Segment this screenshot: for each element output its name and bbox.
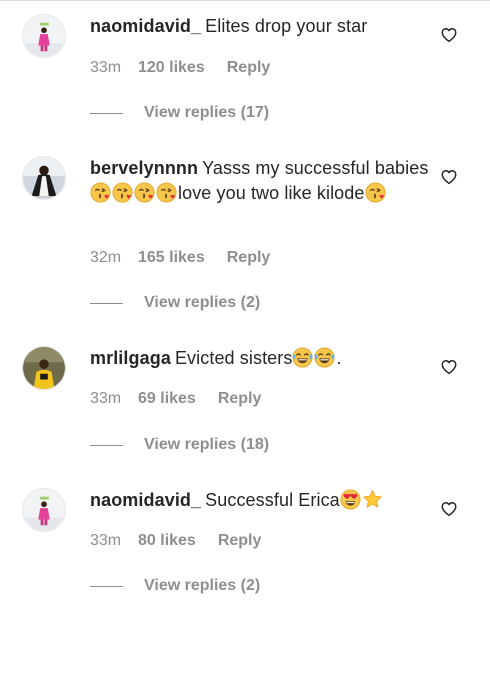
reply-button[interactable]: Reply bbox=[218, 532, 262, 549]
likes-count[interactable]: 120 likes bbox=[138, 59, 205, 76]
kissing-face-emoji bbox=[134, 182, 155, 203]
comment-timestamp: 32m bbox=[90, 249, 122, 266]
tears-of-joy-emoji bbox=[292, 347, 313, 368]
kissing-face-emoji bbox=[90, 182, 111, 203]
like-heart-icon[interactable] bbox=[440, 168, 458, 186]
comment-timestamp: 33m bbox=[90, 390, 122, 407]
comment-meta: 33m 69 likes Reply bbox=[90, 389, 261, 409]
comment-body: Successful Erica bbox=[205, 490, 340, 510]
reply-button[interactable]: Reply bbox=[227, 249, 271, 266]
comment-timestamp: 33m bbox=[90, 59, 122, 76]
replies-divider bbox=[90, 303, 123, 304]
replies-divider bbox=[90, 445, 123, 446]
view-replies-link[interactable]: View replies (2) bbox=[144, 293, 260, 313]
comment-body-part: love you two like kilode bbox=[178, 182, 365, 203]
comment-username[interactable]: naomidavid_ bbox=[90, 16, 201, 36]
view-replies-link[interactable]: View replies (17) bbox=[144, 103, 269, 123]
kissing-face-emoji bbox=[156, 182, 177, 203]
comment-text: bervelynnnn Yasss my successful babies lov… bbox=[90, 156, 430, 205]
comment-body-part: Yasss my successful babies bbox=[202, 158, 429, 178]
avatar[interactable] bbox=[22, 14, 66, 58]
like-heart-icon[interactable] bbox=[440, 358, 458, 376]
replies-divider bbox=[90, 586, 123, 587]
replies-divider bbox=[90, 113, 123, 114]
avatar[interactable] bbox=[22, 488, 66, 532]
heart-eyes-emoji bbox=[340, 489, 361, 510]
comment-body: Evicted sisters bbox=[174, 348, 293, 368]
comment-text: mrlilgaga Evicted sisters. bbox=[90, 346, 430, 371]
star-emoji bbox=[362, 489, 383, 510]
reply-button[interactable]: Reply bbox=[227, 59, 271, 76]
comment-text: naomidavid_ Elites drop your star bbox=[90, 14, 430, 39]
like-heart-icon[interactable] bbox=[440, 500, 458, 518]
kissing-face-emoji bbox=[112, 182, 133, 203]
comment-username[interactable]: mrlilgaga bbox=[90, 348, 171, 368]
comment-meta: 33m 120 likes Reply bbox=[90, 58, 270, 78]
comment-timestamp: 33m bbox=[90, 532, 122, 549]
reply-button[interactable]: Reply bbox=[218, 390, 262, 407]
avatar[interactable] bbox=[22, 156, 66, 200]
comment-body-end: . bbox=[336, 348, 342, 368]
likes-count[interactable]: 69 likes bbox=[138, 390, 196, 407]
view-replies-link[interactable]: View replies (2) bbox=[144, 576, 260, 596]
likes-count[interactable]: 165 likes bbox=[138, 249, 205, 266]
avatar[interactable] bbox=[22, 346, 66, 390]
likes-count[interactable]: 80 likes bbox=[138, 532, 196, 549]
comment-username[interactable]: bervelynnnn bbox=[90, 158, 198, 178]
comment-meta: 32m 165 likes Reply bbox=[90, 248, 270, 268]
top-divider bbox=[0, 0, 490, 1]
view-replies-link[interactable]: View replies (18) bbox=[144, 435, 269, 455]
comment-username[interactable]: naomidavid_ bbox=[90, 490, 201, 510]
tears-of-joy-emoji bbox=[314, 347, 335, 368]
comment-meta: 33m 80 likes Reply bbox=[90, 531, 261, 551]
comment-body: Elites drop your star bbox=[205, 16, 368, 36]
like-heart-icon[interactable] bbox=[440, 26, 458, 44]
kissing-face-emoji bbox=[365, 182, 386, 203]
comment-text: naomidavid_ Successful Erica bbox=[90, 488, 430, 513]
